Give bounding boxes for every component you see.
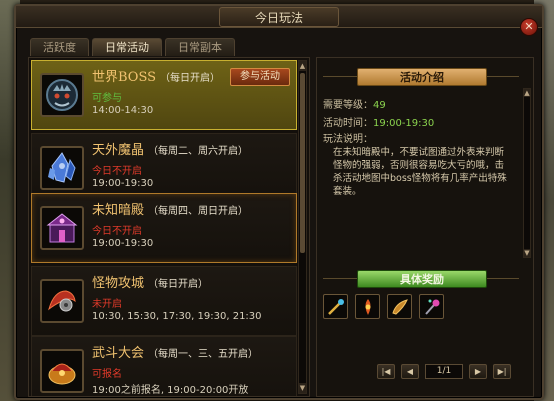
join-event-button[interactable]: 参与活动 (230, 68, 290, 86)
event-list-scrollbar[interactable]: ▲ ▼ (298, 60, 307, 394)
titlebar: 今日玩法 (16, 6, 542, 28)
event-monster-siege[interactable]: 怪物攻城 （每日开启） 未开启 10:30, 15:30, 17:30, 19:3… (31, 266, 297, 336)
event-world-boss[interactable]: 世界BOSS （每日开启） 可参与 14:00-14:30 参与活动 (31, 60, 297, 130)
window-title: 今日玩法 (219, 7, 339, 27)
activity-time-row: 活动时间：19:00-19:30 (323, 114, 434, 129)
event-status: 今日不开启 (92, 226, 142, 237)
detail-scrollbar[interactable]: ▲ ▼ (523, 88, 531, 258)
crystal-icon (40, 146, 84, 190)
event-name: 世界BOSS （每日开启） (92, 70, 221, 85)
event-status: 未开启 (92, 299, 122, 310)
event-time: 19:00-19:30 (92, 178, 154, 189)
first-page-button[interactable]: |◀ (377, 364, 395, 379)
daily-activities-window: 今日玩法 ✕ 活跃度 日常活动 日常副本 世界BOSS （每日开启） 可参与 14… (14, 4, 544, 400)
event-status: 可报名 (92, 369, 122, 380)
reward-items (323, 294, 444, 319)
tab-bar: 活跃度 日常活动 日常副本 (30, 38, 235, 56)
event-name: 未知暗殿 （每周四、周日开启） (92, 203, 249, 218)
event-schedule: （每周一、三、五开启） (148, 349, 259, 360)
gameplay-label: 玩法说明： (323, 134, 373, 145)
event-time: 19:00之前报名, 19:00-20:00开放 (92, 385, 249, 396)
fire-totem-icon[interactable] (355, 294, 380, 319)
scroll-up-arrow-icon[interactable]: ▲ (299, 61, 306, 71)
event-list: 世界BOSS （每日开启） 可参与 14:00-14:30 参与活动 天外魔晶 （每… (28, 57, 310, 397)
activity-intro-banner: 活动介绍 (357, 68, 487, 86)
pagination: |◀ ◀ 1/1 ▶ ▶| (377, 364, 511, 379)
event-detail-panel: 活动介绍 需要等级：49 活动时间：19:00-19:30 玩法说明： 在未知暗… (316, 57, 534, 397)
time-label: 活动时间： (323, 118, 373, 129)
event-martial-tournament[interactable]: 武斗大会 （每周一、三、五开启） 可报名 19:00之前报名, 19:00-20:… (31, 336, 297, 396)
rune-staff-icon[interactable] (323, 294, 348, 319)
level-value: 49 (373, 100, 386, 111)
close-button[interactable]: ✕ (520, 18, 538, 36)
required-level-row: 需要等级：49 (323, 96, 386, 111)
scroll-down-arrow-icon[interactable]: ▼ (299, 383, 306, 393)
scroll-up-arrow-icon[interactable]: ▲ (524, 89, 530, 97)
tab-daily-dungeons[interactable]: 日常副本 (165, 38, 235, 56)
event-time: 10:30, 15:30, 17:30, 19:30, 21:30 (92, 311, 262, 322)
event-schedule: （每周四、周日开启） (148, 206, 249, 217)
event-unknown-dark-palace[interactable]: 未知暗殿 （每周四、周日开启） 今日不开启 19:00-19:30 (31, 193, 297, 263)
event-status: 可参与 (92, 93, 122, 104)
event-status: 今日不开启 (92, 166, 142, 177)
prev-page-button[interactable]: ◀ (401, 364, 419, 379)
tab-daily-activities[interactable]: 日常活动 (92, 38, 162, 56)
event-name: 怪物攻城 （每日开启） (92, 276, 209, 291)
scroll-down-arrow-icon[interactable]: ▼ (524, 249, 530, 257)
event-time: 14:00-14:30 (92, 105, 154, 116)
gem-wand-icon[interactable] (419, 294, 444, 319)
next-page-button[interactable]: ▶ (469, 364, 487, 379)
scroll-thumb[interactable] (300, 73, 305, 253)
event-schedule: （每日开启） (148, 279, 209, 290)
siege-icon (40, 279, 84, 323)
tab-activity-points[interactable]: 活跃度 (30, 38, 89, 56)
event-time: 19:00-19:30 (92, 238, 154, 249)
time-value: 19:00-19:30 (373, 118, 435, 129)
boss-icon (40, 73, 84, 117)
event-name: 天外魔晶 （每周二、周六开启） (92, 143, 249, 158)
rewards-banner: 具体奖励 (357, 270, 487, 288)
horn-icon[interactable] (387, 294, 412, 319)
arena-icon (40, 349, 84, 393)
dark-palace-icon (40, 206, 84, 250)
level-label: 需要等级： (323, 100, 373, 111)
page-indicator: 1/1 (425, 364, 463, 379)
gameplay-description: 在未知暗殿中，不要试图通过外表来判断怪物的强弱，否则很容易吃大亏的哦，击杀活动地… (333, 147, 507, 197)
event-schedule: （每日开启） (160, 73, 221, 84)
event-name: 武斗大会 （每周一、三、五开启） (92, 346, 259, 361)
event-schedule: （每周二、周六开启） (148, 146, 249, 157)
last-page-button[interactable]: ▶| (493, 364, 511, 379)
